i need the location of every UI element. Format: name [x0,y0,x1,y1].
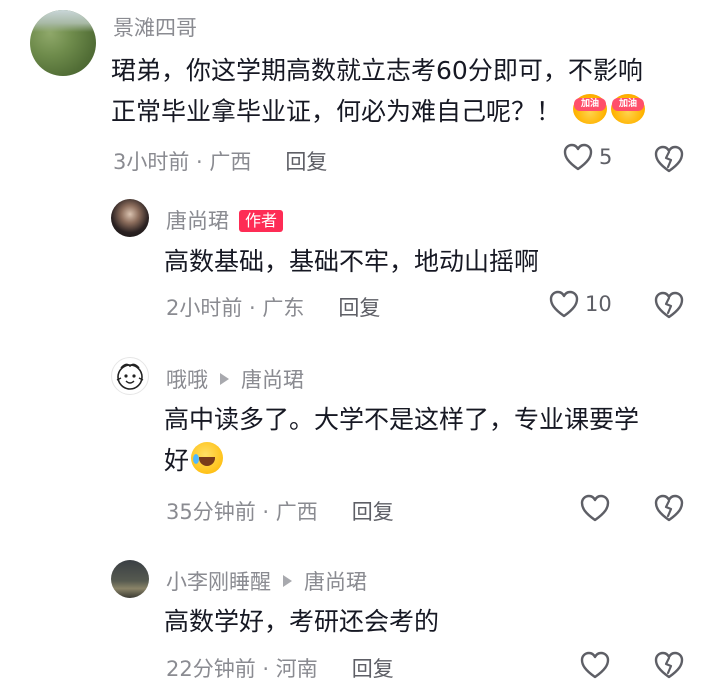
broken-heart-icon [654,291,684,319]
like-count: 5 [599,145,613,169]
dislike-button[interactable] [654,145,684,177]
comment-nickname[interactable]: 唐尚珺 作者 [166,205,284,235]
comment-text: 正常毕业拿毕业证，何必为难自己呢？！ 加油 加油 [111,91,645,132]
comment-meta: 3小时前 · 广西 回复 [113,150,328,174]
comment-nickname[interactable]: 小李刚睡醒 唐尚珺 [166,566,367,596]
comment-text: 珺弟，你这学期高数就立志考60分即可，不影响 [111,56,643,85]
broken-heart-icon [654,494,684,522]
reply-button[interactable]: 回复 [338,296,380,320]
comment-time: 3小时前 [113,150,190,174]
heart-outline-icon [580,651,610,679]
comment-nickname[interactable]: 哦哦 唐尚珺 [166,364,304,394]
triangle-right-icon [220,373,229,385]
reply-button[interactable]: 回复 [352,657,394,681]
avatar[interactable] [111,357,149,395]
like-button[interactable] [580,494,610,522]
broken-heart-icon [654,145,684,173]
broken-heart-icon [654,651,684,679]
author-badge: 作者 [239,210,284,232]
avatar[interactable] [30,10,96,76]
comment-text: 高数学好，考研还会考的 [164,607,440,636]
comment-text: 高数基础，基础不牢，地动山摇啊 [164,247,540,276]
comment-meta: 35分钟前 · 广西 回复 [166,500,394,524]
comment-nickname[interactable]: 景滩四哥 [113,12,197,42]
comment-location: 广东 [262,296,305,320]
like-count: 10 [585,292,612,316]
heart-outline-icon [549,290,579,318]
comment-text: 好 [164,440,224,481]
jiayou-emoji-icon: 加油 [610,94,645,124]
like-button[interactable]: 10 [549,290,612,318]
jiayou-emoji-icon: 加油 [572,94,607,124]
heart-outline-icon [580,494,610,522]
avatar[interactable] [111,560,149,598]
dislike-button[interactable] [654,651,684,683]
comment-time: 2小时前 [166,296,243,320]
dislike-button[interactable] [654,291,684,323]
comment-time: 22分钟前 [166,657,256,681]
reply-button[interactable]: 回复 [352,500,394,524]
heart-outline-icon [563,143,593,171]
like-button[interactable]: 5 [563,143,612,171]
avatar[interactable] [111,199,149,237]
like-button[interactable] [580,651,610,679]
triangle-right-icon [283,575,292,587]
comment-location: 广西 [209,150,252,174]
cartoon-face-icon [116,363,144,390]
comment-meta: 22分钟前 · 河南 回复 [166,657,394,681]
dislike-button[interactable] [654,494,684,526]
comment-meta: 2小时前 · 广东 回复 [166,296,381,320]
comment-location: 河南 [275,657,318,681]
reply-target-name[interactable]: 唐尚珺 [304,570,367,594]
reply-target-name[interactable]: 唐尚珺 [241,368,304,392]
comment-location: 广西 [275,500,318,524]
laughing-emoji-icon [191,442,224,474]
reply-button[interactable]: 回复 [285,150,327,174]
comment-time: 35分钟前 [166,500,256,524]
comment-text: 高中读多了。大学不是这样了，专业课要学 [164,405,640,434]
